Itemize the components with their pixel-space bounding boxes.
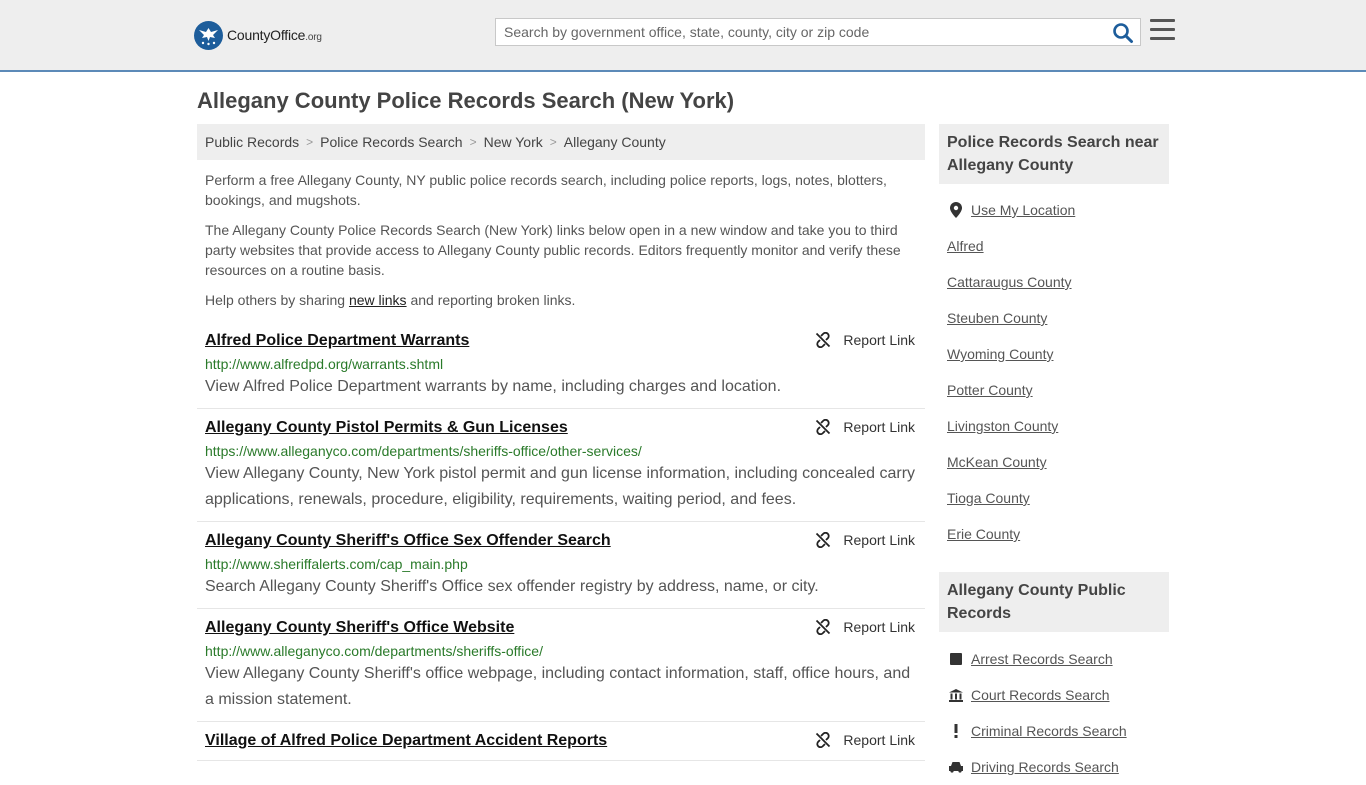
search-box xyxy=(495,18,1141,46)
search-icon xyxy=(1113,23,1133,43)
nearby-link-wyoming-county[interactable]: Wyoming County xyxy=(947,346,1053,362)
hamburger-menu-button[interactable] xyxy=(1150,19,1175,43)
use-my-location-item: Use My Location xyxy=(947,192,1169,228)
result-item: Allegany County Sheriff's Office Website… xyxy=(197,609,925,722)
result-item: Allegany County Sheriff's Office Sex Off… xyxy=(197,522,925,609)
result-item: Allegany County Pistol Permits & Gun Lic… xyxy=(197,409,925,522)
broken-link-icon xyxy=(816,532,831,548)
result-url: https://www.alleganyco.com/departments/s… xyxy=(205,443,642,459)
report-link-button[interactable]: Report Link xyxy=(815,419,915,435)
results-list: Alfred Police Department Warrants http:/… xyxy=(197,322,925,761)
nearby-link-potter-county[interactable]: Potter County xyxy=(947,382,1033,398)
result-title-link[interactable]: Allegany County Pistol Permits & Gun Lic… xyxy=(205,417,568,439)
square-icon xyxy=(947,653,965,665)
result-url: http://www.alleganyco.com/departments/sh… xyxy=(205,643,543,659)
result-url: http://www.alfredpd.org/warrants.shtml xyxy=(205,356,444,372)
broken-link-icon xyxy=(816,419,831,435)
nearby-link-cattaraugus-county[interactable]: Cattaraugus County xyxy=(947,274,1072,290)
breadcrumb-separator: > xyxy=(549,135,557,149)
result-description: View Allegany County Sheriff's office we… xyxy=(205,665,911,708)
nearby-item: Potter County xyxy=(947,372,1169,408)
breadcrumb-new-york[interactable]: New York xyxy=(484,134,543,150)
result-item: Village of Alfred Police Department Acci… xyxy=(197,722,925,761)
site-logo[interactable]: CountyOffice.org xyxy=(194,20,322,50)
result-title-link[interactable]: Alfred Police Department Warrants xyxy=(205,330,469,352)
result-description: View Allegany County, New York pistol pe… xyxy=(205,465,916,508)
search-button[interactable] xyxy=(1112,22,1134,44)
nearby-link-erie-county[interactable]: Erie County xyxy=(947,526,1020,542)
result-title-link[interactable]: Allegany County Sheriff's Office Sex Off… xyxy=(205,530,611,552)
result-item: Alfred Police Department Warrants http:/… xyxy=(197,322,925,409)
use-my-location-link[interactable]: Use My Location xyxy=(971,202,1075,218)
criminal-records-search-link[interactable]: Criminal Records Search xyxy=(971,723,1127,739)
report-link-label: Report Link xyxy=(843,619,915,635)
nearby-link-alfred[interactable]: Alfred xyxy=(947,238,984,254)
new-links-link[interactable]: new links xyxy=(349,292,407,308)
menu-bar xyxy=(1150,37,1175,40)
nearby-item: Livingston County xyxy=(947,408,1169,444)
breadcrumb-police-records-search[interactable]: Police Records Search xyxy=(320,134,462,150)
report-link-label: Report Link xyxy=(843,332,915,348)
report-link-label: Report Link xyxy=(843,732,915,748)
intro-paragraph-1: Perform a free Allegany County, NY publi… xyxy=(205,172,887,208)
records-item: Court Records Search xyxy=(947,677,1169,713)
nearby-item: Tioga County xyxy=(947,480,1169,516)
breadcrumb: Public Records > Police Records Search >… xyxy=(197,124,925,160)
nearby-item: Erie County xyxy=(947,516,1169,552)
nearby-link-tioga-county[interactable]: Tioga County xyxy=(947,490,1030,506)
car-icon xyxy=(947,761,965,773)
breadcrumb-public-records[interactable]: Public Records xyxy=(205,134,299,150)
nearby-link-steuben-county[interactable]: Steuben County xyxy=(947,310,1047,326)
top-bar: CountyOffice.org xyxy=(0,0,1366,72)
report-link-label: Report Link xyxy=(843,532,915,548)
nearby-item: Alfred xyxy=(947,228,1169,264)
menu-bar xyxy=(1150,19,1175,22)
public-records-heading: Allegany County Public Records xyxy=(939,572,1169,632)
breadcrumb-separator: > xyxy=(469,135,477,149)
public-records-list: Arrest Records Search Court Records Sear… xyxy=(947,641,1169,785)
broken-link-icon xyxy=(816,332,831,348)
broken-link-icon xyxy=(816,732,831,748)
nearby-list: Use My Location Alfred Cattaraugus Count… xyxy=(947,192,1169,552)
menu-bar xyxy=(1150,28,1175,31)
search-input[interactable] xyxy=(496,19,1108,45)
result-description: View Alfred Police Department warrants b… xyxy=(205,378,782,395)
report-link-button[interactable]: Report Link xyxy=(815,332,915,348)
intro-paragraph-2: The Allegany County Police Records Searc… xyxy=(205,222,901,278)
nearby-link-mckean-county[interactable]: McKean County xyxy=(947,454,1047,470)
result-description: Search Allegany County Sheriff's Office … xyxy=(205,578,819,595)
map-marker-icon xyxy=(947,202,965,218)
result-title-link[interactable]: Village of Alfred Police Department Acci… xyxy=(205,730,607,752)
records-item: Criminal Records Search xyxy=(947,713,1169,749)
intro-paragraph-3: Help others by sharing new links and rep… xyxy=(205,292,576,308)
arrest-records-search-link[interactable]: Arrest Records Search xyxy=(971,651,1113,667)
report-link-label: Report Link xyxy=(843,419,915,435)
exclamation-icon xyxy=(947,724,965,738)
report-link-button[interactable]: Report Link xyxy=(815,532,915,548)
report-link-button[interactable]: Report Link xyxy=(815,732,915,748)
logo-text: CountyOffice.org xyxy=(227,27,322,43)
nearby-link-livingston-county[interactable]: Livingston County xyxy=(947,418,1058,434)
logo-eagle-icon xyxy=(194,20,223,50)
result-title-link[interactable]: Allegany County Sheriff's Office Website xyxy=(205,617,514,639)
driving-records-search-link[interactable]: Driving Records Search xyxy=(971,759,1119,775)
broken-link-icon xyxy=(816,619,831,635)
court-records-search-link[interactable]: Court Records Search xyxy=(971,687,1110,703)
breadcrumb-allegany-county[interactable]: Allegany County xyxy=(564,134,666,150)
report-link-button[interactable]: Report Link xyxy=(815,619,915,635)
records-item: Driving Records Search xyxy=(947,749,1169,785)
nearby-heading: Police Records Search near Allegany Coun… xyxy=(939,124,1169,184)
records-item: Arrest Records Search xyxy=(947,641,1169,677)
breadcrumb-separator: > xyxy=(306,135,314,149)
result-url: http://www.sheriffalerts.com/cap_main.ph… xyxy=(205,556,468,572)
nearby-item: McKean County xyxy=(947,444,1169,480)
courthouse-icon xyxy=(947,688,965,702)
nearby-item: Cattaraugus County xyxy=(947,264,1169,300)
nearby-item: Wyoming County xyxy=(947,336,1169,372)
page-title: Allegany County Police Records Search (N… xyxy=(197,88,735,113)
nearby-item: Steuben County xyxy=(947,300,1169,336)
